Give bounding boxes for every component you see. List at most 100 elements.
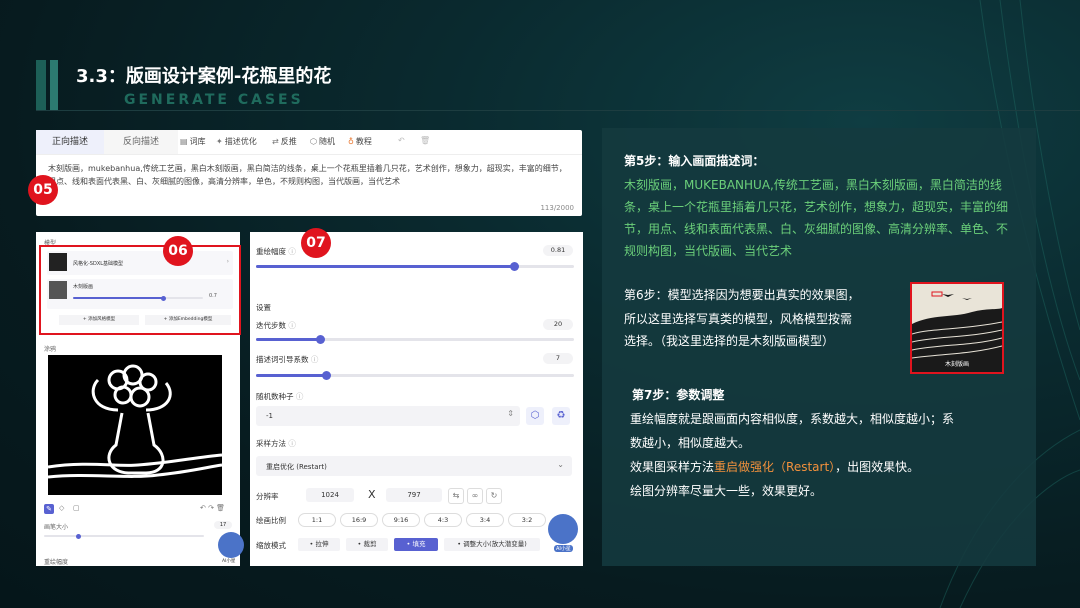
mode-fill[interactable]: • 填充 (394, 538, 438, 551)
brush-size-slider[interactable] (44, 533, 204, 539)
steps-slider[interactable] (256, 335, 574, 344)
random-button[interactable]: ⬡ 随机 (310, 136, 335, 147)
title-accent-bar (50, 60, 58, 110)
base-model-row[interactable]: 风格化-SDXL基础模型 › (47, 251, 233, 275)
refresh-icon[interactable]: ↻ (486, 488, 502, 504)
model-panel: 模型 风格化-SDXL基础模型 › 木刻版画 0.7 + 添加风格模型 + 添加… (36, 232, 244, 566)
base-model-name: 风格化-SDXL基础模型 (73, 261, 124, 267)
mode-resize-latent[interactable]: • 调整大小(放大潜变量) (444, 538, 540, 551)
steps-label: 迭代步数 ⓘ (256, 321, 296, 330)
height-input[interactable]: 797 (386, 488, 442, 502)
brush-size-value[interactable]: 17 (214, 521, 232, 529)
tab-negative[interactable]: 反向描述 (104, 130, 178, 154)
step6-line2: 所以这里选择写真类的模型，风格模型按需 (624, 312, 853, 326)
sampler-label: 采样方法 ⓘ (256, 439, 296, 448)
step7-line2: 数越小，相似度越大。 (630, 436, 751, 450)
chevron-down-icon: ⌄ (557, 460, 564, 469)
divider (36, 110, 1080, 111)
char-counter: 113/2000 (540, 204, 574, 212)
prompt-textarea[interactable]: 木刻版画，mukebanhua,传统工艺画，黑白木刻版画，黑白简洁的线条，桌上一… (48, 162, 573, 188)
image-icon[interactable]: ▢ (73, 504, 80, 512)
sampler-select[interactable]: 重启优化 (Restart) ⌄ (256, 456, 572, 476)
page-title: 3.3：版画设计案例-花瓶里的花 (76, 66, 332, 87)
prompt-tabs: 正向描述 反向描述 ▤ 词库 ✦ 描述优化 ⇄ 反推 ⬡ 随机 ♁ 教程 ↶ 🗑 (36, 130, 582, 155)
style-model-thumbnail (49, 281, 67, 299)
ratio-option[interactable]: 4:3 (424, 513, 462, 527)
info-icon: ⓘ (288, 439, 296, 448)
trash-icon[interactable]: 🗑 (420, 136, 430, 145)
style-model-row[interactable]: 木刻版画 0.7 (47, 279, 233, 309)
step6-line3: 选择。（我这里选择的是木刻版画模型） (624, 334, 835, 348)
add-embedding-button[interactable]: + 添加Embedding模型 (145, 315, 231, 325)
step7-title: 第7步：参数调整 (632, 388, 725, 402)
add-style-model-button[interactable]: + 添加风格模型 (59, 315, 139, 325)
chevron-right-icon: › (226, 258, 229, 265)
undo-icon[interactable]: ↶ (398, 136, 405, 145)
resolution-label: 分辨率 (256, 492, 279, 501)
optimize-button[interactable]: ✦ 描述优化 (216, 136, 257, 147)
base-model-thumbnail (49, 253, 67, 271)
doodle-canvas[interactable] (48, 355, 222, 495)
style-model-name: 木刻版画 (73, 284, 94, 290)
woodcut-example-image: 木刻版画 (910, 282, 1004, 374)
style-weight-slider[interactable] (73, 295, 203, 301)
mode-stretch[interactable]: • 拉伸 (298, 538, 340, 551)
step-badge-07: 07 (301, 228, 331, 258)
brush-tool-icon[interactable]: ✎ (44, 504, 54, 514)
ratio-option[interactable]: 3:4 (466, 513, 504, 527)
seed-input[interactable]: -1 ⇕ (256, 406, 520, 426)
mode-crop[interactable]: • 裁剪 (346, 538, 388, 551)
recycle-icon[interactable]: ♻ (552, 407, 570, 425)
cfg-label: 描述词引导系数 ⓘ (256, 355, 319, 364)
info-icon: ⓘ (310, 355, 319, 364)
ai-assistant-icon[interactable] (548, 514, 578, 544)
info-icon: ⓘ (295, 392, 304, 401)
info-icon: ⓘ (288, 321, 296, 330)
ai-assistant-label: AI小星 (554, 545, 573, 552)
cfg-value[interactable]: 7 (543, 353, 573, 364)
settings-section-label: 设置 (256, 303, 271, 312)
redraw-strength-value[interactable]: 0.81 (543, 245, 573, 256)
lexicon-button[interactable]: ▤ 词库 (180, 136, 206, 147)
swap-icon: ⇄ (272, 137, 279, 146)
ratio-label: 绘画比例 (256, 516, 286, 525)
model-selection-highlight: 风格化-SDXL基础模型 › 木刻版画 0.7 + 添加风格模型 + 添加Emb… (39, 245, 241, 335)
ratio-option[interactable]: 9:16 (382, 513, 420, 527)
step7-line4: 绘图分辨率尽量大一些，效果更好。 (630, 484, 823, 498)
ratio-option[interactable]: 1:1 (298, 513, 336, 527)
resolution-separator: X (368, 488, 376, 501)
step5-text: 木刻版画，MUKEBANHUA,传统工艺画，黑白木刻版画，黑白简洁的线条，桌上一… (624, 178, 1009, 258)
tab-positive[interactable]: 正向描述 (36, 130, 104, 154)
ai-assistant-label: AI小星 (222, 559, 236, 564)
step-badge-06: 06 (163, 236, 193, 266)
dice-icon[interactable]: ⬡ (526, 407, 544, 425)
canvas-label: 涂鸦 (44, 346, 57, 353)
width-input[interactable]: 1024 (306, 488, 354, 502)
eraser-icon[interactable]: ◇ (59, 504, 64, 512)
stepper-icon[interactable]: ⇕ (507, 409, 514, 418)
link-icon[interactable]: ∞ (467, 488, 483, 504)
redraw-label-left: 重绘幅度 (44, 559, 69, 566)
redraw-strength-slider[interactable] (256, 262, 574, 271)
step-badge-05: 05 (28, 175, 58, 205)
steps-value[interactable]: 20 (543, 319, 573, 330)
settings-panel: 重绘幅度 ⓘ 0.81 设置 迭代步数 ⓘ 20 描述词引导系数 ⓘ 7 随机数… (250, 232, 583, 566)
step5-title: 第5步：输入画面描述词： (624, 154, 765, 168)
page-subtitle: GENERATE CASES (124, 92, 304, 108)
cfg-slider[interactable] (256, 371, 574, 380)
ratio-option[interactable]: 16:9 (340, 513, 378, 527)
dice-icon: ⬡ (310, 137, 317, 146)
undo-icon[interactable]: ↶ ↷ 🗑 (200, 504, 225, 512)
scale-mode-label: 缩放模式 (256, 541, 286, 550)
tutorial-button[interactable]: ♁ 教程 (348, 136, 372, 147)
ratio-option[interactable]: 3:2 (508, 513, 546, 527)
title-accent-bar (36, 60, 46, 110)
ai-assistant-icon[interactable] (218, 532, 244, 558)
magic-icon: ✦ (216, 137, 223, 146)
reverse-button[interactable]: ⇄ 反推 (272, 136, 297, 147)
redraw-strength-label: 重绘幅度 ⓘ (256, 247, 296, 256)
info-icon: ⓘ (288, 247, 296, 256)
step7-line1: 重绘幅度就是跟画面内容相似度，系数越大，相似度越小；系 (630, 412, 955, 426)
swap-icon[interactable]: ⇆ (448, 488, 464, 504)
prompt-panel: 正向描述 反向描述 ▤ 词库 ✦ 描述优化 ⇄ 反推 ⬡ 随机 ♁ 教程 ↶ 🗑 木刻版画… (36, 130, 582, 216)
